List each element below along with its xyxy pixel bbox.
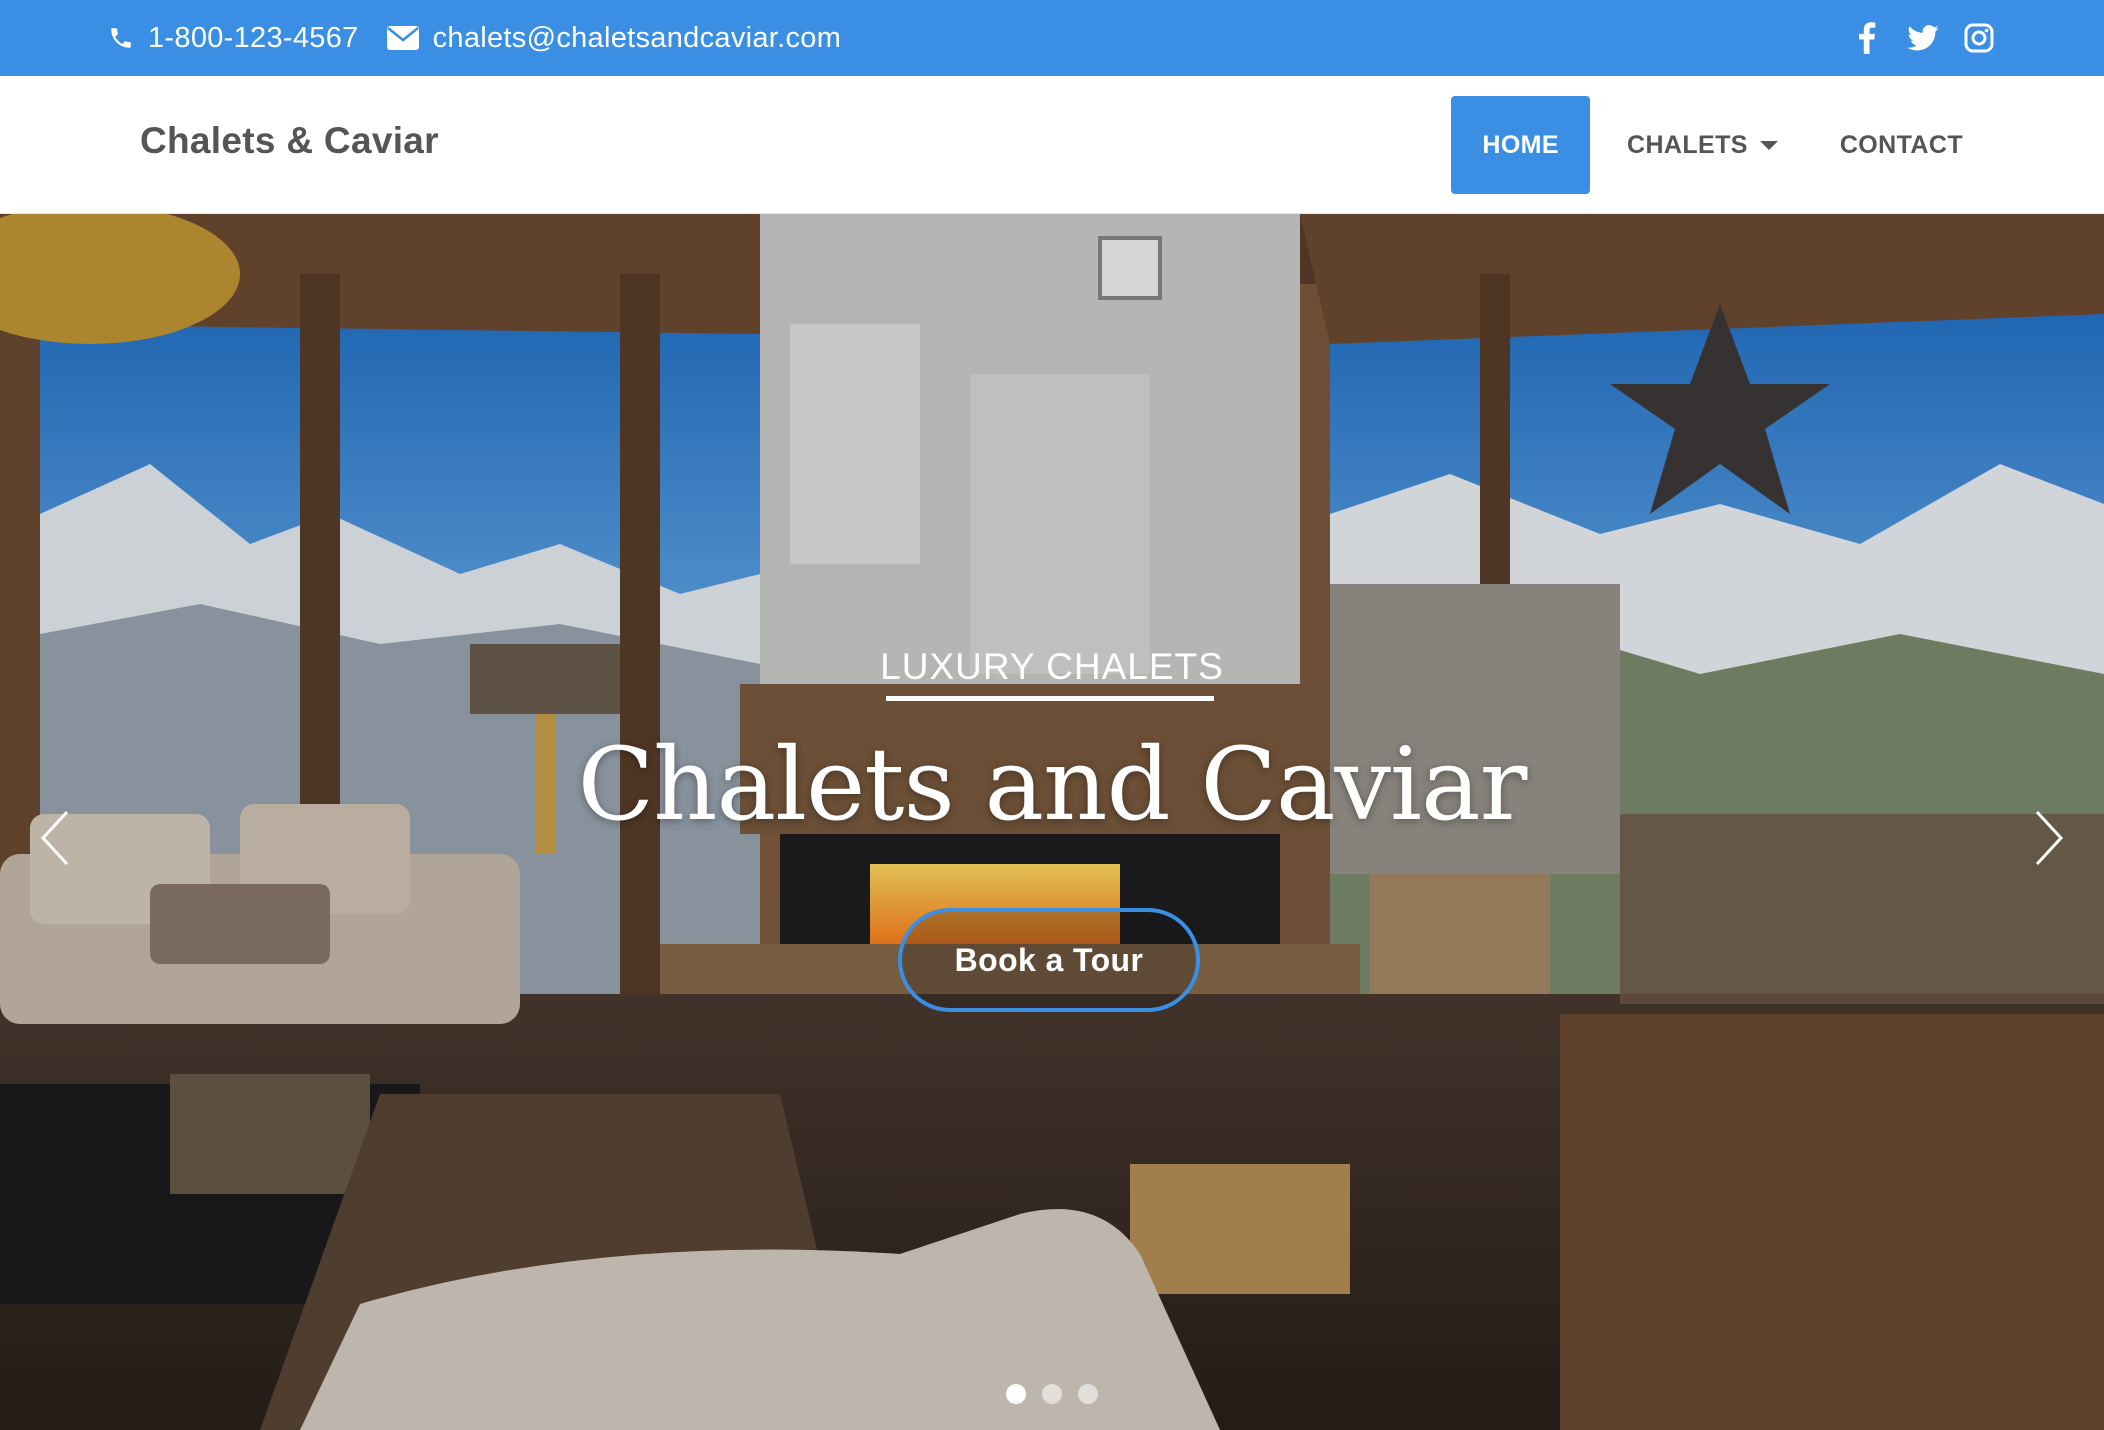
nav-menu: HOME CHALETS CONTACT: [1451, 96, 1994, 194]
main-navbar: Chalets & Caviar HOME CHALETS CONTACT: [0, 76, 2104, 214]
phone-number: 1-800-123-4567: [148, 21, 359, 54]
nav-home[interactable]: HOME: [1451, 96, 1590, 194]
nav-contact[interactable]: CONTACT: [1809, 96, 1994, 194]
hero-carousel: LUXURY CHALETS Chalets and Caviar Book a…: [0, 214, 2104, 1430]
nav-contact-label: CONTACT: [1839, 130, 1963, 159]
carousel-dot[interactable]: [1042, 1384, 1062, 1404]
email-link[interactable]: chalets@chaletsandcaviar.com: [386, 21, 842, 55]
nav-chalets-label: CHALETS: [1626, 130, 1748, 159]
facebook-icon[interactable]: [1850, 21, 1884, 55]
chevron-right-icon: [2035, 810, 2064, 866]
social-links: [1828, 0, 1996, 76]
envelope-icon: [386, 26, 419, 50]
nav-home-label: HOME: [1482, 130, 1559, 159]
top-contact-bar: 1-800-123-4567 chalets@chaletsandcaviar.…: [0, 0, 2104, 76]
email-address: chalets@chaletsandcaviar.com: [432, 21, 842, 54]
phone-icon: [111, 28, 131, 48]
chevron-left-icon: [40, 810, 69, 866]
kicker-underline: [886, 696, 1214, 701]
instagram-icon[interactable]: [1962, 21, 1996, 55]
book-tour-button[interactable]: Book a Tour: [898, 908, 1200, 1012]
contact-info: 1-800-123-4567 chalets@chaletsandcaviar.…: [108, 22, 869, 55]
carousel-prev-button[interactable]: [30, 802, 78, 874]
caret-down-icon: [1759, 140, 1778, 150]
hero-kicker: LUXURY CHALETS: [880, 646, 1224, 687]
twitter-icon[interactable]: [1906, 21, 1940, 55]
carousel-dot[interactable]: [1006, 1384, 1026, 1404]
carousel-next-button[interactable]: [2026, 802, 2074, 874]
brand-logo[interactable]: Chalets & Caviar: [140, 120, 439, 162]
phone-link[interactable]: 1-800-123-4567: [108, 22, 359, 55]
nav-chalets-dropdown[interactable]: CHALETS: [1596, 96, 1809, 194]
carousel-dot[interactable]: [1078, 1384, 1098, 1404]
carousel-indicators: [0, 1384, 2104, 1404]
hero-headline: Chalets and Caviar: [577, 726, 1528, 843]
